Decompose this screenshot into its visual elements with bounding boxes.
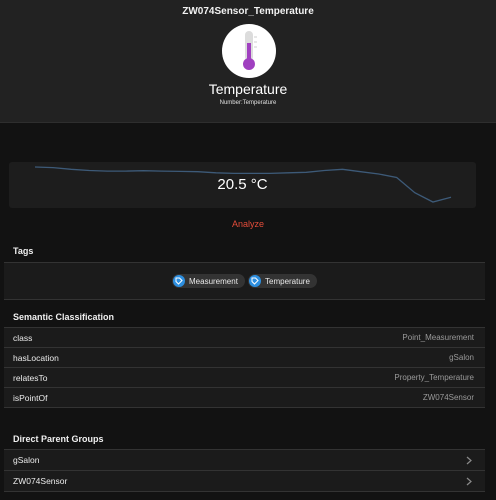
thermometer-icon (243, 31, 257, 70)
parent-group-gsalon[interactable]: gSalon (4, 450, 485, 471)
tag-chip-temperature[interactable]: Temperature (248, 274, 317, 288)
row-label: class (13, 333, 33, 343)
semantic-row-ispointof: isPointOf ZW074Sensor (4, 388, 485, 408)
tag-icon (249, 275, 261, 287)
item-header: ZW074Sensor_Temperature Temperature Numb… (0, 0, 496, 123)
chevron-right-icon (466, 456, 472, 465)
page-title: ZW074Sensor_Temperature (182, 6, 314, 17)
tag-label: Measurement (189, 276, 238, 286)
row-label: relatesTo (13, 373, 48, 383)
semantic-list: class Point_Measurement hasLocation gSal… (4, 327, 485, 408)
row-value: Point_Measurement (402, 333, 474, 342)
semantic-row-relatesto: relatesTo Property_Temperature (4, 368, 485, 388)
parent-groups-list: gSalon ZW074Sensor (4, 449, 485, 492)
tag-chip-measurement[interactable]: Measurement (172, 274, 245, 288)
item-type: Number:Temperature (219, 100, 277, 106)
parent-group-zw074sensor[interactable]: ZW074Sensor (4, 471, 485, 492)
parents-section-title: Direct Parent Groups (13, 434, 104, 444)
current-value: 20.5 °C (217, 176, 268, 193)
row-value: gSalon (449, 353, 474, 362)
tags-section-title: Tags (13, 246, 34, 256)
tag-icon (173, 275, 185, 287)
item-label: Temperature (208, 81, 288, 97)
row-label: gSalon (13, 455, 40, 465)
trend-card[interactable]: 20.5 °C (9, 162, 476, 208)
row-label: isPointOf (13, 393, 48, 403)
row-value: ZW074Sensor (422, 393, 474, 402)
row-value: Property_Temperature (394, 373, 474, 382)
semantic-section-title: Semantic Classification (13, 312, 115, 322)
item-icon-avatar (222, 24, 276, 78)
chevron-right-icon (466, 477, 472, 486)
semantic-row-haslocation: hasLocation gSalon (4, 348, 485, 368)
semantic-row-class: class Point_Measurement (4, 328, 485, 348)
row-label: hasLocation (13, 353, 59, 363)
tag-label: Temperature (265, 276, 310, 286)
tags-list: Measurement Temperature (4, 262, 485, 300)
analyze-link[interactable]: Analyze (0, 219, 496, 229)
row-label: ZW074Sensor (13, 476, 68, 486)
